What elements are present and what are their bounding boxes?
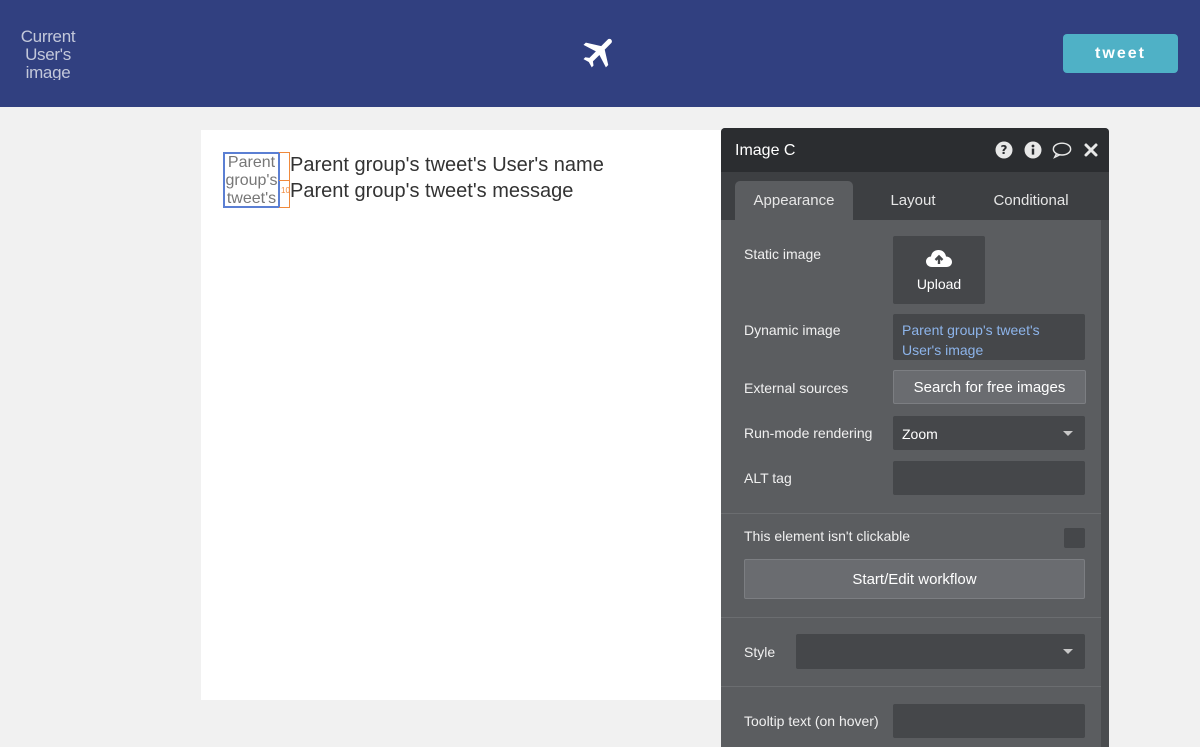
help-icon[interactable]: ? [994, 140, 1014, 160]
tab-layout[interactable]: Layout [863, 181, 963, 220]
style-label: Style [744, 644, 776, 660]
chevron-down-icon [1063, 431, 1073, 436]
section-divider [721, 686, 1101, 687]
run-mode-value: Zoom [902, 426, 938, 442]
tooltip-label: Tooltip text (on hover) [744, 713, 879, 729]
section-divider [721, 513, 1101, 514]
start-edit-workflow-button[interactable]: Start/Edit workflow [744, 559, 1085, 599]
dynamic-image-expression[interactable]: Parent group's tweet's User's image [893, 314, 1085, 360]
search-free-images-button[interactable]: Search for free images [893, 370, 1086, 404]
panel-scrollbar[interactable] [1101, 220, 1109, 747]
tweet-button[interactable]: tweet [1063, 34, 1178, 73]
tab-conditional[interactable]: Conditional [973, 181, 1089, 220]
style-select[interactable] [796, 634, 1085, 669]
tweet-message[interactable]: Parent group's tweet's message [290, 180, 573, 203]
dynamic-image-label: Dynamic image [744, 322, 841, 338]
page-canvas: Parent group's tweet's 10 Parent group's… [201, 130, 726, 700]
static-image-label: Static image [744, 246, 822, 262]
not-clickable-checkbox[interactable] [1064, 528, 1085, 548]
panel-header[interactable]: Image C ? [721, 128, 1109, 172]
info-icon[interactable] [1023, 140, 1043, 160]
external-sources-label: External sources [744, 380, 849, 396]
chevron-down-icon [1063, 649, 1073, 654]
not-clickable-label: This element isn't clickable [744, 528, 911, 544]
current-user-image[interactable]: Current User's image [20, 28, 76, 80]
top-navbar: Current User's image tweet [0, 0, 1200, 107]
close-icon[interactable] [1081, 140, 1101, 160]
cloud-upload-icon [926, 250, 952, 267]
tooltip-input[interactable] [893, 704, 1085, 738]
section-divider [721, 617, 1101, 618]
panel-title: Image C [735, 142, 796, 159]
svg-text:?: ? [1001, 143, 1008, 157]
alt-tag-label: ALT tag [744, 470, 792, 486]
tweet-user-image[interactable]: Parent group's tweet's [223, 152, 280, 208]
upload-label: Upload [916, 276, 962, 292]
airplane-icon[interactable] [580, 32, 620, 72]
upload-button[interactable]: Upload [893, 236, 985, 304]
tab-appearance[interactable]: Appearance [735, 181, 853, 220]
tweet-user-name[interactable]: Parent group's tweet's User's name [290, 154, 604, 177]
comment-icon[interactable] [1052, 140, 1072, 160]
selection-guide [279, 180, 290, 181]
selection-distance-label: 10 [281, 186, 290, 195]
run-mode-rendering-label: Run-mode rendering [744, 425, 873, 441]
panel-tabs: Appearance Layout Conditional [721, 172, 1109, 220]
alt-tag-input[interactable] [893, 461, 1085, 495]
property-editor-panel: Image C ? Appearance Layout Conditional … [721, 128, 1109, 747]
run-mode-rendering-select[interactable]: Zoom [893, 416, 1085, 450]
